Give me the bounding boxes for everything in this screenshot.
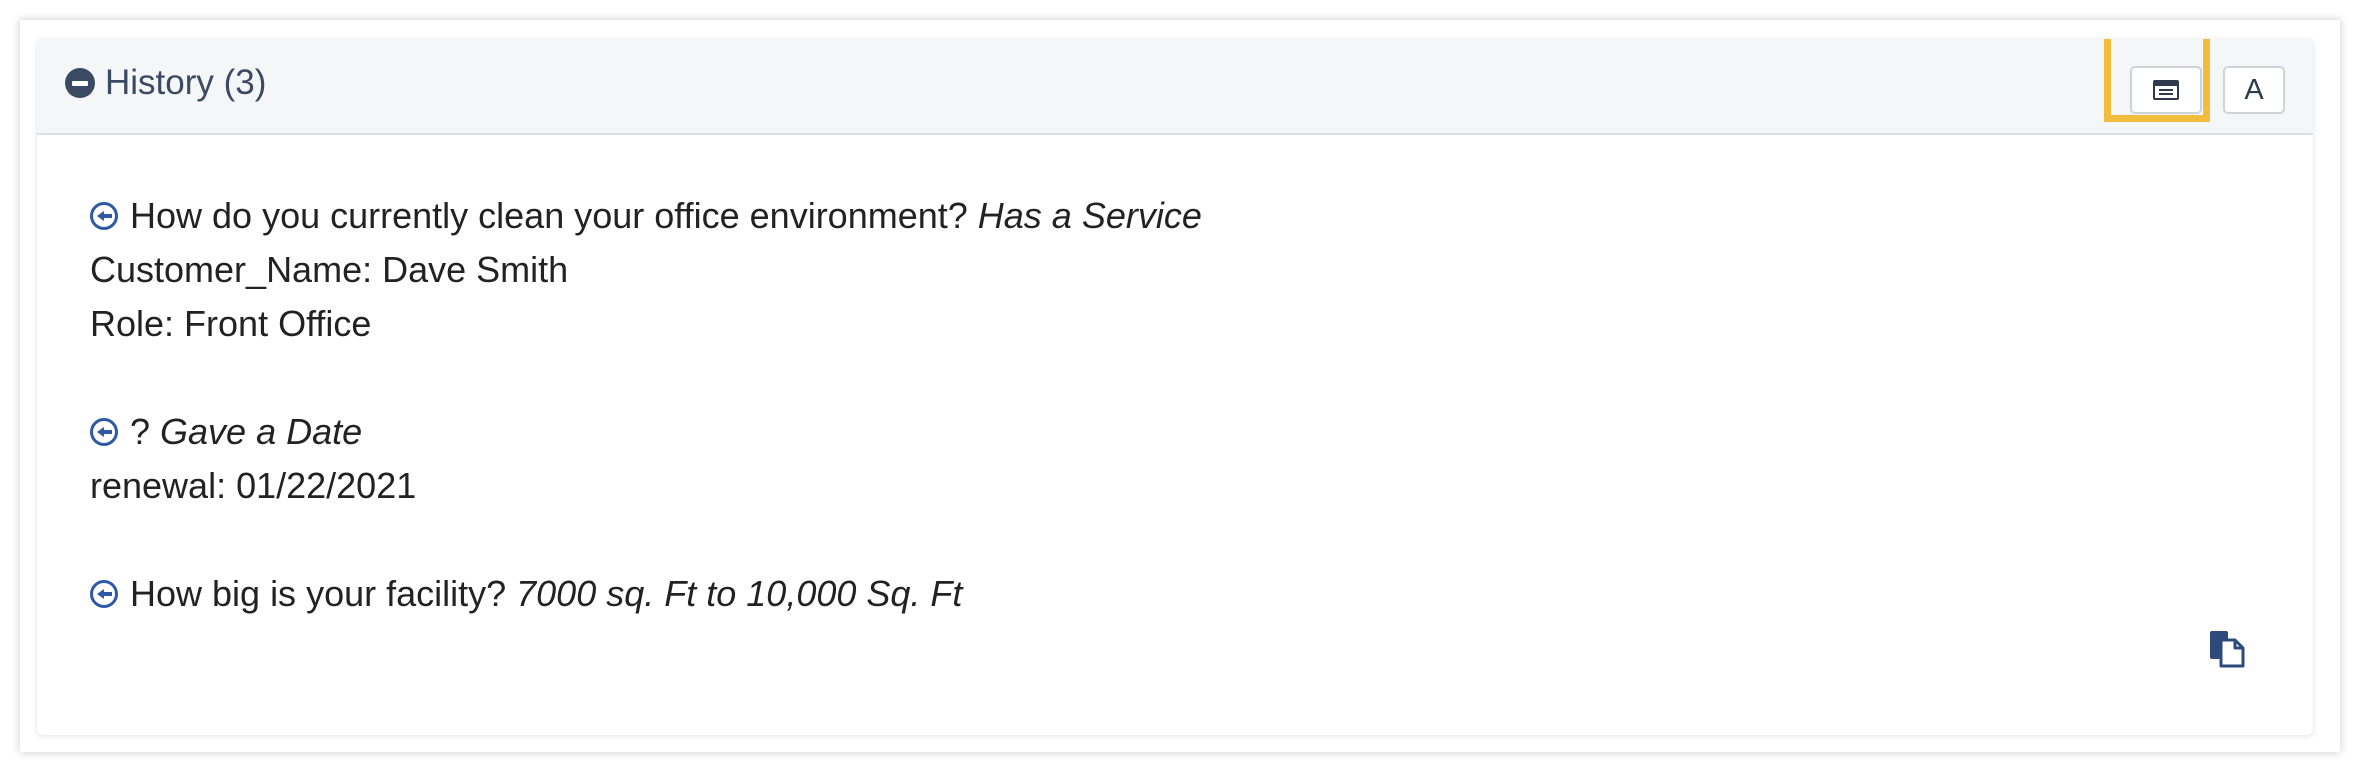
entry-field: Role: Front Office: [90, 303, 372, 344]
history-entry: How big is your facility? 7000 sq. Ft to…: [90, 567, 1202, 621]
back-arrow-icon[interactable]: [90, 418, 118, 446]
history-panel-header: History (3) A: [37, 39, 2313, 135]
list-view-button[interactable]: [2130, 66, 2202, 114]
entry-answer: Has a Service: [977, 195, 1202, 236]
history-entries: How do you currently clean your office e…: [90, 189, 1202, 621]
entry-field: Customer_Name: Dave Smith: [90, 249, 569, 290]
entry-question: How do you currently clean your office e…: [130, 195, 968, 236]
back-arrow-icon[interactable]: [90, 202, 118, 230]
entry-field: renewal: 01/22/2021: [90, 465, 417, 506]
history-entry: How do you currently clean your office e…: [90, 189, 1202, 405]
history-entry: ? Gave a Date renewal: 01/22/2021: [90, 405, 1202, 567]
a-view-button[interactable]: A: [2223, 66, 2285, 114]
entry-answer: 7000 sq. Ft to 10,000 Sq. Ft: [516, 573, 963, 614]
entry-answer: Gave a Date: [160, 411, 363, 452]
list-view-icon: [2153, 80, 2179, 100]
entry-question: ?: [130, 411, 151, 452]
copy-icon[interactable]: [2207, 628, 2247, 668]
panel-title[interactable]: History (3): [105, 61, 266, 105]
history-panel: History (3) A How do you currently clean…: [37, 39, 2313, 735]
entry-question: How big is your facility?: [130, 573, 507, 614]
back-arrow-icon[interactable]: [90, 580, 118, 608]
collapse-minus-icon[interactable]: [65, 68, 95, 98]
